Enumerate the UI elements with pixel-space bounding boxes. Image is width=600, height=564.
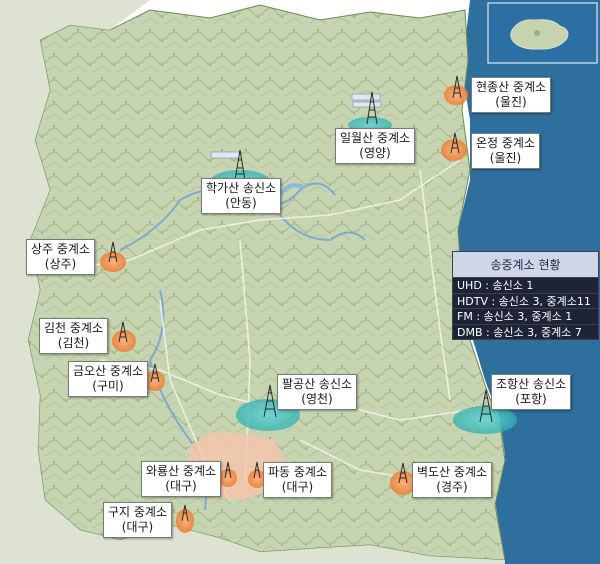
status-row: FM : 송신소 3, 중계소 1	[453, 309, 598, 325]
coverage-gimcheon	[112, 330, 136, 352]
site-region: (울진)	[489, 151, 522, 165]
label-hakgasan: 학가산 송신소 (안동)	[201, 178, 282, 214]
site-name: 와룡산 중계소	[146, 464, 217, 478]
site-region: (구미)	[92, 379, 124, 393]
label-johangsan: 조항산 송신소 (포항)	[491, 374, 572, 410]
label-onjeong: 온정 중계소 (울진)	[471, 133, 541, 169]
label-padong: 파동 중계소 (대구)	[263, 462, 333, 498]
site-name: 현종산 중계소	[476, 80, 547, 94]
site-region: (안동)	[225, 196, 257, 210]
site-name: 파동 중계소	[268, 465, 328, 479]
status-row: UHD : 송신소 1	[453, 278, 598, 294]
label-sangju: 상주 중계소 (상주)	[26, 239, 96, 275]
site-region: (김천)	[57, 336, 90, 350]
label-ilwolsan: 일월산 중계소 (영양)	[335, 128, 416, 164]
site-name: 벽도산 중계소	[417, 465, 488, 479]
site-name: 조항산 송신소	[496, 377, 567, 391]
label-geumosan: 금오산 중계소 (구미)	[68, 361, 149, 397]
label-gimcheon: 김천 중계소 (김천)	[39, 318, 109, 354]
site-region: (상주)	[44, 257, 77, 271]
site-name: 일월산 중계소	[340, 131, 411, 145]
site-name: 상주 중계소	[31, 242, 91, 256]
status-title: 송중계소 현황	[453, 252, 598, 278]
site-region: (대구)	[165, 479, 197, 493]
label-hyeonjongsan: 현종산 중계소 (울진)	[471, 77, 552, 113]
site-region: (대구)	[121, 520, 154, 534]
site-name: 팔공산 송신소	[282, 377, 353, 391]
label-byeokdosan: 벽도산 중계소 (경주)	[412, 462, 493, 498]
coverage-sangju	[100, 252, 126, 272]
site-region: (포항)	[515, 392, 547, 406]
coverage-onjeong	[441, 139, 467, 161]
site-name: 금오산 중계소	[73, 364, 144, 378]
site-region: (대구)	[281, 480, 314, 494]
site-region: (영양)	[359, 146, 391, 160]
site-name: 김천 중계소	[44, 321, 104, 335]
site-region: (경주)	[436, 480, 468, 494]
site-region: (영천)	[301, 392, 333, 406]
status-panel: 송중계소 현황 UHD : 송신소 1 HDTV : 송신소 3, 중계소11 …	[452, 251, 599, 340]
status-row: DMB : 송신소 3, 중계소 7	[457, 325, 582, 339]
label-palgongsan: 팔공산 송신소 (영천)	[277, 374, 358, 410]
status-row: HDTV : 송신소 3, 중계소11	[453, 294, 598, 309]
coverage-waryongsan	[219, 469, 237, 487]
site-name: 구지 중계소	[108, 505, 168, 519]
label-waryongsan: 와룡산 중계소 (대구)	[141, 461, 222, 497]
site-name: 온정 중계소	[476, 136, 536, 150]
coverage-johangsan	[453, 406, 517, 434]
island-inset-map	[487, 2, 598, 64]
site-region: (울진)	[495, 95, 527, 109]
site-name: 학가산 송신소	[206, 181, 277, 195]
label-guji: 구지 중계소 (대구)	[103, 502, 173, 538]
